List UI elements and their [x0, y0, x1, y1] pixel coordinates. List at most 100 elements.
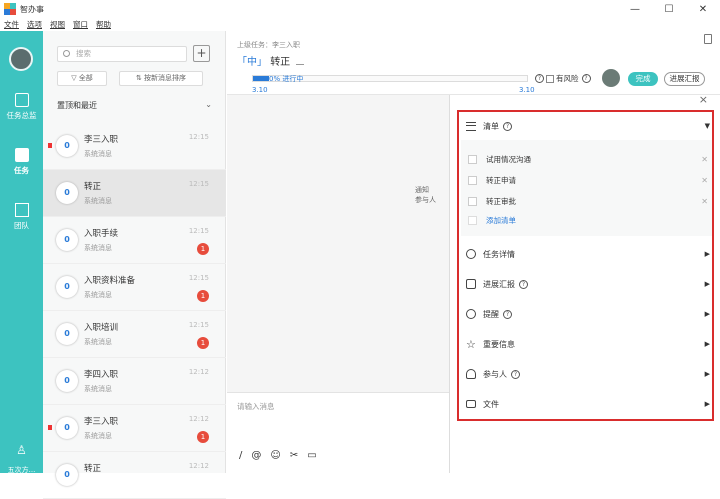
chevron-down-icon: ⌄	[205, 100, 212, 109]
search-input[interactable]: 搜索	[57, 46, 187, 62]
list-item-selected[interactable]: 0 转正 系统消息 12:15	[43, 170, 226, 217]
caret-right-icon: ▶	[704, 280, 710, 288]
report-icon	[466, 279, 476, 289]
scissors-icon[interactable]: ✂	[290, 450, 298, 461]
checkbox[interactable]	[468, 196, 477, 206]
help-icon[interactable]: ?	[511, 369, 520, 379]
end-date[interactable]: 3.10	[519, 86, 535, 94]
risk-checkbox[interactable]	[546, 74, 554, 83]
checklist-item[interactable]: 转正申请 ✕	[468, 173, 708, 187]
org-switcher[interactable]: ♙ 五次方...	[0, 443, 43, 475]
section-files[interactable]: 文件 ▶	[461, 395, 712, 413]
section-progress-report[interactable]: 进展汇报 ? ▶	[461, 275, 712, 293]
task-title: 「中」 转正	[237, 53, 305, 68]
checklist-title: 清单	[483, 121, 499, 131]
close-icon[interactable]: ×	[699, 93, 708, 106]
list-item[interactable]: 0 入职培训 系统消息 12:15 1	[43, 311, 226, 358]
item-name: 李三入职	[84, 135, 119, 145]
unread-badge: 1	[197, 431, 209, 443]
message-input[interactable]: 请输入消息 / @ ☺ ✂ ▭	[227, 392, 449, 473]
section-reminder[interactable]: 提醒 ? ▶	[461, 305, 712, 323]
checklist-header[interactable]: 清单 ? ▼	[461, 114, 712, 138]
help-icon[interactable]: ?	[503, 121, 512, 131]
search-icon	[63, 50, 70, 57]
section-important-info[interactable]: ☆ 重要信息 ▶	[461, 335, 712, 353]
nav-team[interactable]: 团队	[0, 203, 43, 231]
minimize-button[interactable]: —	[618, 0, 652, 18]
checkbox	[468, 216, 477, 225]
unread-badge: 1	[197, 337, 209, 349]
slash-command-icon[interactable]: /	[239, 450, 242, 461]
priority-label[interactable]: 「中」	[237, 57, 267, 68]
menu-options[interactable]: 选项	[27, 19, 42, 30]
help-icon[interactable]: ?	[519, 279, 528, 289]
progress-text: 0% 进行中	[269, 75, 304, 83]
user-avatar[interactable]	[9, 47, 33, 71]
remove-icon[interactable]: ✕	[701, 176, 708, 185]
filter-icon: ▽	[71, 74, 79, 82]
start-date[interactable]: 3.10	[252, 86, 268, 94]
list-item[interactable]: 0 入职手续 系统消息 12:15 1	[43, 217, 226, 264]
item-time: 12:12	[188, 462, 209, 470]
page-icon[interactable]	[704, 34, 712, 44]
folder-icon[interactable]: ▭	[307, 450, 316, 461]
list-item[interactable]: 0 转正 12:12	[43, 452, 226, 499]
list-item[interactable]: 0 李四入职 系统消息 12:12	[43, 358, 226, 405]
unread-badge: 1	[197, 243, 209, 255]
task-list-pane: 搜索 + ▽ 全部 ⇅ 按新消息排序 置顶和最近 ⌄ 0 李三入职 系统消息 1…	[43, 31, 267, 499]
edit-icon[interactable]	[296, 57, 305, 65]
group-header[interactable]: 置顶和最近 ⌄	[57, 100, 212, 111]
section-task-details[interactable]: 任务详情 ▶	[461, 245, 712, 263]
add-checklist-button[interactable]: 添加清单	[468, 215, 516, 226]
remove-icon[interactable]: ✕	[701, 197, 708, 206]
count-badge: 0	[56, 182, 78, 204]
caret-right-icon: ▶	[704, 400, 710, 408]
parent-task[interactable]: 上级任务：李三入职	[237, 40, 300, 50]
checklist-item[interactable]: 试用情况沟通 ✕	[468, 152, 708, 166]
menu-file[interactable]: 文件	[4, 19, 19, 30]
count-badge: 0	[56, 323, 78, 345]
input-placeholder: 请输入消息	[237, 402, 275, 411]
help-icon[interactable]: ?	[535, 74, 544, 83]
menu-view[interactable]: 视图	[50, 19, 65, 30]
menu-window[interactable]: 窗口	[73, 19, 88, 30]
assignee-avatar[interactable]	[602, 69, 620, 87]
section-participants[interactable]: 参与人 ? ▶	[461, 365, 712, 383]
list-item[interactable]: 0 李三入职 系统消息 12:12 1	[43, 405, 226, 452]
checklist-item[interactable]: 转正审批 ✕	[468, 194, 708, 208]
checkbox[interactable]	[468, 154, 477, 164]
menu-help[interactable]: 帮助	[96, 19, 111, 30]
emoji-icon[interactable]: ☺	[270, 450, 280, 461]
filter-all-button[interactable]: ▽ 全部	[57, 71, 107, 86]
add-task-button[interactable]: +	[193, 45, 210, 62]
group-title: 置顶和最近	[57, 101, 97, 110]
section-label: 进展汇报	[483, 279, 515, 289]
checklist-body: 试用情况沟通 ✕ 转正申请 ✕ 转正审批 ✕ 添加清单	[461, 140, 712, 236]
maximize-button[interactable]: ☐	[652, 0, 686, 18]
remove-icon[interactable]: ✕	[701, 155, 708, 164]
count-badge: 0	[56, 135, 78, 157]
menu-bar: 文件 选项 视图 窗口 帮助	[0, 18, 720, 31]
item-time: 12:15	[188, 180, 209, 188]
nav-tasks[interactable]: 任务	[0, 148, 43, 176]
nav-task-supervisor[interactable]: 任务总监	[0, 93, 43, 121]
item-time: 12:15	[188, 274, 209, 282]
checkbox[interactable]	[468, 175, 477, 185]
help-icon[interactable]: ?	[503, 309, 512, 319]
list-item[interactable]: 0 李三入职 系统消息 12:15	[43, 123, 226, 170]
complete-button[interactable]: 完成	[628, 72, 658, 86]
people-icon: ♙	[16, 443, 27, 457]
sort-button[interactable]: ⇅ 按新消息排序	[119, 71, 203, 86]
checklist-item-label: 试用情况沟通	[486, 154, 531, 164]
list-item[interactable]: 0 入职资料准备 系统消息 12:15 1	[43, 264, 226, 311]
help-icon[interactable]: ?	[581, 74, 591, 83]
risk-toggle[interactable]: 有风险 ?	[546, 73, 591, 84]
close-button[interactable]: ✕	[686, 0, 720, 18]
progress-report-button[interactable]: 进展汇报	[664, 72, 705, 86]
item-sub: 系统消息	[84, 150, 112, 158]
mention-icon[interactable]: @	[251, 450, 261, 461]
nav-label: 任务总监	[6, 111, 37, 120]
checklist-item-label: 转正申请	[486, 175, 516, 185]
item-time: 12:12	[188, 368, 209, 376]
message-line: 通知	[415, 186, 429, 194]
